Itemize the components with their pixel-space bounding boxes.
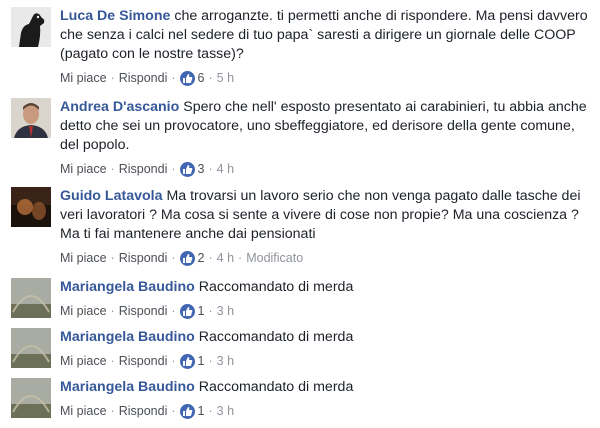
separator: ·	[110, 354, 115, 368]
comment-time[interactable]: 3 h	[217, 404, 234, 418]
comment-text-block: Mariangela Baudino Raccomandato di merda	[60, 378, 594, 397]
like-link[interactable]: Mi piace	[60, 404, 107, 418]
comment-author[interactable]: Luca De Simone	[60, 8, 170, 24]
comment-actions: Mi piace · Rispondi · 2 · 4 h · Modifica…	[60, 249, 594, 267]
avatar[interactable]	[11, 278, 51, 318]
comment-text-block: Guido Latavola Ma trovarsi un lavoro ser…	[60, 187, 594, 244]
comment-author[interactable]: Mariangela Baudino	[60, 329, 195, 345]
reply-link[interactable]: Rispondi	[119, 404, 168, 418]
separator: ·	[171, 251, 176, 265]
like-link[interactable]: Mi piace	[60, 354, 107, 368]
avatar[interactable]	[11, 98, 51, 138]
separator: ·	[208, 71, 213, 85]
comment-actions: Mi piace · Rispondi · 3 · 4 h	[60, 160, 594, 178]
thumbs-up-icon[interactable]	[179, 161, 195, 177]
separator: ·	[208, 162, 213, 176]
separator: ·	[110, 71, 115, 85]
reaction-count[interactable]: 6	[198, 71, 205, 85]
comment-author[interactable]: Guido Latavola	[60, 188, 162, 204]
comment-text-block: Mariangela Baudino Raccomandato di merda	[60, 328, 594, 347]
comment-item: Mariangela Baudino Raccomandato di merda…	[0, 378, 600, 422]
edited-label[interactable]: Modificato	[246, 251, 303, 265]
like-link[interactable]: Mi piace	[60, 71, 107, 85]
separator: ·	[171, 404, 176, 418]
avatar[interactable]	[11, 378, 51, 418]
separator: ·	[171, 304, 176, 318]
separator: ·	[171, 71, 176, 85]
reaction-count[interactable]: 1	[198, 304, 205, 318]
reply-link[interactable]: Rispondi	[119, 304, 168, 318]
comment-actions: Mi piace · Rispondi · 1 · 3 h	[60, 352, 594, 370]
thumbs-up-icon[interactable]	[179, 70, 195, 86]
separator: ·	[110, 304, 115, 318]
comment-item: Guido Latavola Ma trovarsi un lavoro ser…	[0, 187, 600, 267]
comment-time[interactable]: 4 h	[217, 162, 234, 176]
reaction-count[interactable]: 1	[198, 404, 205, 418]
separator: ·	[208, 304, 213, 318]
avatar[interactable]	[11, 7, 51, 47]
like-link[interactable]: Mi piace	[60, 251, 107, 265]
separator: ·	[110, 162, 115, 176]
comment-time[interactable]: 4 h	[217, 251, 234, 265]
comment-time[interactable]: 5 h	[217, 71, 234, 85]
comment-text-block: Luca De Simone che arroganzte. ti permet…	[60, 7, 594, 64]
reply-link[interactable]: Rispondi	[119, 71, 168, 85]
comment-item: Andrea D'ascanio Spero che nell' esposto…	[0, 98, 600, 184]
separator: ·	[208, 251, 213, 265]
reply-link[interactable]: Rispondi	[119, 251, 168, 265]
separator: ·	[238, 251, 243, 265]
thumbs-up-icon[interactable]	[179, 250, 195, 266]
like-link[interactable]: Mi piace	[60, 162, 107, 176]
comment-text: Raccomandato di merda	[198, 379, 354, 395]
comment-item: Luca De Simone che arroganzte. ti permet…	[0, 7, 600, 93]
thumbs-up-icon[interactable]	[179, 303, 195, 319]
separator: ·	[171, 162, 176, 176]
comment-author[interactable]: Andrea D'ascanio	[60, 99, 179, 115]
like-link[interactable]: Mi piace	[60, 304, 107, 318]
comment-item: Mariangela Baudino Raccomandato di merda…	[0, 328, 600, 372]
comment-author[interactable]: Mariangela Baudino	[60, 379, 195, 395]
avatar[interactable]	[11, 328, 51, 368]
comment-time[interactable]: 3 h	[217, 304, 234, 318]
comment-actions: Mi piace · Rispondi · 1 · 3 h	[60, 302, 594, 320]
reply-link[interactable]: Rispondi	[119, 162, 168, 176]
avatar[interactable]	[11, 187, 51, 227]
comment-item: Mariangela Baudino Raccomandato di merda…	[0, 278, 600, 322]
comment-actions: Mi piace · Rispondi · 6 · 5 h	[60, 69, 594, 87]
reaction-count[interactable]: 2	[198, 251, 205, 265]
comment-actions: Mi piace · Rispondi · 1 · 3 h	[60, 402, 594, 420]
comment-text: Raccomandato di merda	[198, 329, 354, 345]
separator: ·	[208, 404, 213, 418]
separator: ·	[171, 354, 176, 368]
comment-text: Raccomandato di merda	[198, 279, 354, 295]
reply-link[interactable]: Rispondi	[119, 354, 168, 368]
thumbs-up-icon[interactable]	[179, 353, 195, 369]
reaction-count[interactable]: 1	[198, 354, 205, 368]
comment-author[interactable]: Mariangela Baudino	[60, 279, 195, 295]
separator: ·	[110, 404, 115, 418]
separator: ·	[110, 251, 115, 265]
thumbs-up-icon[interactable]	[179, 403, 195, 419]
separator: ·	[208, 354, 213, 368]
reaction-count[interactable]: 3	[198, 162, 205, 176]
comment-time[interactable]: 3 h	[217, 354, 234, 368]
comment-text-block: Mariangela Baudino Raccomandato di merda	[60, 278, 594, 297]
comment-text-block: Andrea D'ascanio Spero che nell' esposto…	[60, 98, 594, 155]
